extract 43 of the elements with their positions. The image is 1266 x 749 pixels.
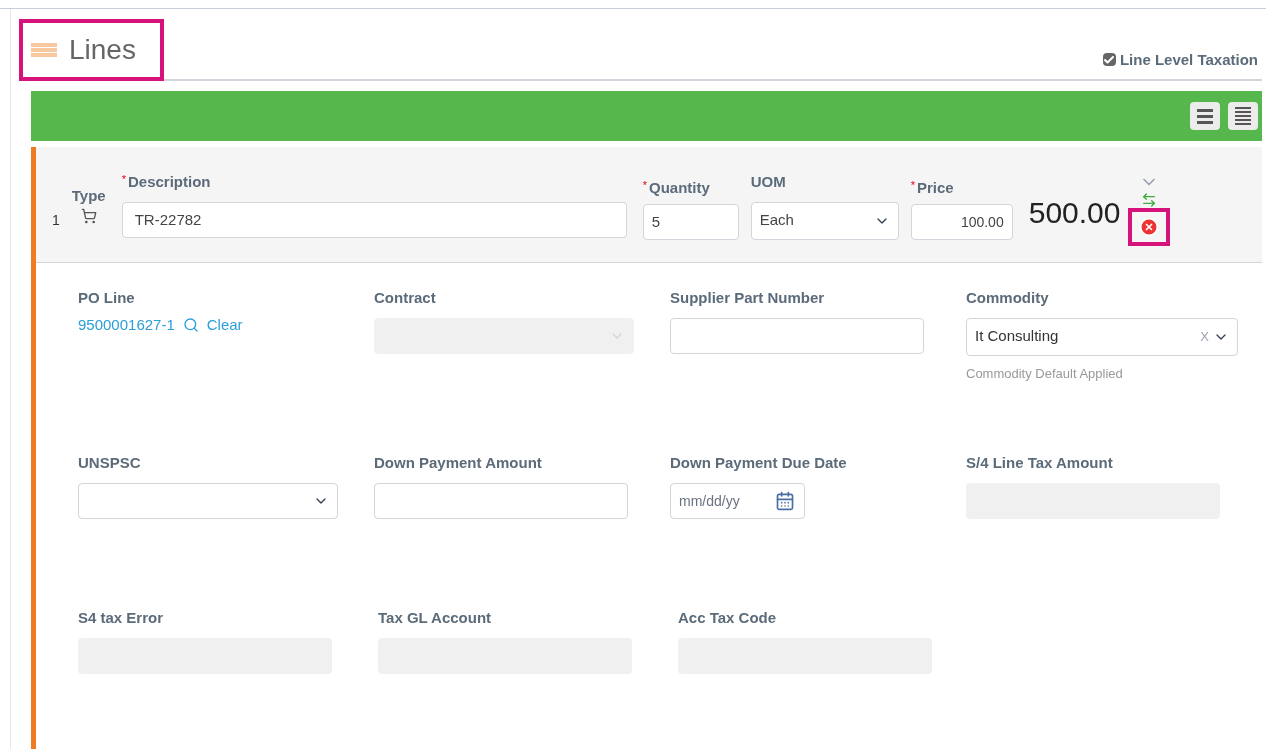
field-label: Commodity (966, 288, 1049, 308)
lines-icon (31, 43, 57, 57)
required-mark: * (642, 178, 647, 194)
date-field[interactable]: mm/dd/yy (670, 482, 805, 519)
field-label: Price (917, 178, 954, 199)
list-view-button[interactable] (1190, 102, 1220, 130)
field-label: UNSPSC (78, 453, 141, 473)
select-field[interactable] (78, 482, 338, 519)
field-label: UOM (750, 172, 786, 190)
description-field[interactable]: TR-22782 (121, 201, 627, 238)
field-label: Contract (374, 288, 436, 308)
required-mark: * (121, 172, 126, 188)
field-label: Supplier Part Number (670, 288, 825, 308)
field-label: S/4 Line Tax Amount (966, 453, 1113, 473)
field-label: PO Line (78, 288, 135, 308)
check-icon (1103, 53, 1116, 66)
quantity-field[interactable]: 5 (642, 203, 739, 240)
type-label: Type (71, 186, 106, 207)
compact-view-button[interactable] (1228, 102, 1258, 130)
delete-line-button[interactable] (1128, 207, 1171, 246)
field-label: S4 tax Error (78, 608, 164, 628)
required-mark: * (910, 178, 915, 194)
field-label: Tax GL Account (378, 608, 492, 628)
price-field[interactable]: 100.00 (910, 203, 1013, 240)
calendar-icon[interactable] (775, 490, 795, 511)
field-label: Acc Tax Code (678, 608, 777, 628)
commodity-select[interactable]: It Consulting X (966, 317, 1238, 356)
search-icon[interactable] (182, 316, 199, 333)
field-hint: Commodity Default Applied (966, 364, 1124, 383)
text-field[interactable] (374, 482, 628, 519)
uom-select[interactable]: Each (750, 201, 899, 240)
cart-icon (80, 207, 97, 224)
field-label: Down Payment Due Date (670, 453, 847, 473)
swap-arrows-icon[interactable] (1141, 191, 1158, 208)
close-circle-icon (1139, 216, 1160, 237)
line-number: 1 (52, 211, 60, 230)
section-title: Lines (69, 33, 136, 67)
line-total: 500.00 (1028, 195, 1121, 231)
field-label: Description (128, 172, 211, 193)
field-label: Quantity (649, 178, 710, 199)
field-label: Down Payment Amount (374, 453, 542, 473)
line-level-taxation-checkbox[interactable]: Line Level Taxation (1102, 48, 1258, 71)
text-field[interactable] (670, 317, 924, 354)
